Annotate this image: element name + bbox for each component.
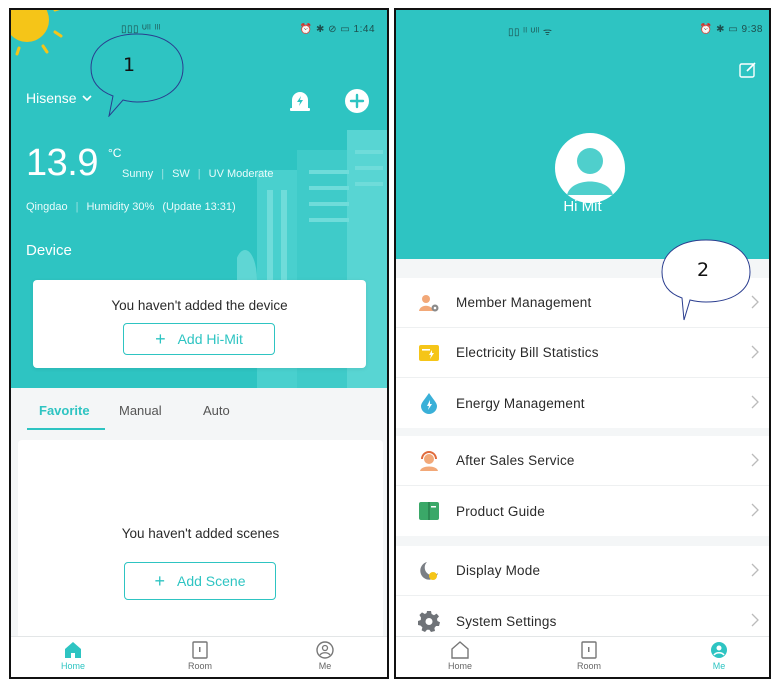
tabbar-home[interactable]: Home [43,641,103,671]
menu-label: After Sales Service [456,453,575,468]
add-icon[interactable] [344,88,370,114]
tabbar-me-label: Me [712,661,726,671]
tab-favorite[interactable]: Favorite [39,403,90,418]
members-icon [419,294,439,311]
device-empty-card: You haven't added the device + Add Hi-Mi… [33,280,366,368]
humidity: Humidity 30% [86,201,155,213]
gear-icon [418,611,440,632]
divider: | [197,168,201,180]
display-mode-icon [420,561,438,580]
user-avatar-icon [567,148,613,195]
sun-icon [11,10,63,56]
menu-electricity-bill[interactable]: Electricity Bill Statistics [396,328,769,378]
home-header: ▯▯▯ ᵁˡˡ ˡˡˡ ⏰ ✱ ⊘ ▭ 1:44 1 Hisense 13.9 … [11,10,387,388]
plus-icon: + [155,329,166,349]
scenes-empty-message: You haven't added scenes [121,526,280,541]
tabbar-me[interactable]: Me [689,641,749,671]
menu-display-mode[interactable]: Display Mode [396,546,769,596]
brand-name: Hisense [26,90,77,106]
chevron-down-icon [82,95,92,101]
city-name: Qingdao [26,201,68,213]
chevron-right-icon [751,613,759,627]
menu-after-sales[interactable]: After Sales Service [396,436,769,486]
bottom-tab-bar: Home Room Me [396,636,769,677]
menu-label: Display Mode [456,563,541,578]
add-scene-label: Add Scene [177,573,246,589]
profile-header: ▯▯ ˡˡ ᵁˡˡ ᯤ ⏰ ✱ ▭ 9:38 Hi Mit [396,10,769,259]
scene-trigger-icon[interactable] [287,88,313,114]
tabbar-home-label: Home [447,661,472,671]
menu-label: Product Guide [456,503,545,519]
uv-index: UV Moderate [208,168,274,180]
scenes-empty-card: You haven't added scenes + Add Scene [18,440,383,660]
home-icon [65,642,81,658]
menu-label: System Settings [456,613,557,629]
menu-label: Member Management [456,295,592,310]
status-signal: ▯▯ ˡˡ ᵁˡˡ ᯤ [508,27,553,38]
weather-details: Sunny | SW | UV Moderate [122,168,273,180]
temperature-value: 13.9 [26,142,98,184]
me-screen: ▯▯ ˡˡ ᵁˡˡ ᯤ ⏰ ✱ ▭ 9:38 Hi Mit Member Man… [394,8,771,679]
home-screen: ▯▯▯ ᵁˡˡ ˡˡˡ ⏰ ✱ ⊘ ▭ 1:44 1 Hisense 13.9 … [9,8,389,679]
chevron-right-icon [751,563,759,577]
chevron-right-icon [751,453,759,467]
user-greeting: Hi Mit [563,198,602,215]
energy-drop-icon [421,393,437,414]
bill-icon [419,344,439,361]
chevron-right-icon [751,503,759,517]
bottom-tab-bar: Home Room Me [11,636,387,677]
callout-number-2: 2 [697,259,710,281]
tabbar-me-label: Me [318,661,332,671]
me-icon [711,642,727,658]
plus-icon: + [154,571,165,591]
menu-label: Energy Management [456,395,585,411]
temperature-unit: °C [108,146,122,160]
wind-direction: SW [172,168,190,180]
device-empty-message: You haven't added the device [111,298,288,313]
room-icon [192,641,208,659]
room-icon [581,641,597,659]
tabbar-room[interactable]: Room [559,641,619,671]
tabbar-room-label: Room [187,661,212,671]
menu-group-settings: Display Mode System Settings [396,546,769,646]
menu-group-service: After Sales Service Product Guide [396,436,769,536]
chevron-right-icon [751,395,759,409]
guide-book-icon [419,502,439,520]
add-device-label: Add Hi-Mit [177,331,243,347]
add-scene-button[interactable]: + Add Scene [124,562,276,600]
device-section-title: Device [26,242,72,259]
brand-selector[interactable]: Hisense [26,90,92,106]
tab-auto[interactable]: Auto [203,403,230,418]
scene-tabs: Favorite Manual Auto [11,388,387,438]
divider: | [161,168,165,180]
menu-energy-management[interactable]: Energy Management [396,378,769,428]
tab-manual[interactable]: Manual [119,403,162,418]
callout-number-1: 1 [123,54,136,76]
update-time: (Update 13:31) [162,201,236,213]
support-icon [420,450,438,471]
chevron-right-icon [751,345,759,359]
home-icon [451,641,469,659]
menu-product-guide[interactable]: Product Guide [396,486,769,536]
tabbar-room[interactable]: Room [170,641,230,671]
tabbar-home-label: Home [60,661,85,671]
status-clock: ⏰ ✱ ⊘ ▭ 1:44 [299,24,375,35]
active-tab-indicator [27,428,105,430]
divider: | [75,201,79,213]
avatar[interactable] [555,133,625,203]
weather-condition: Sunny [122,168,154,180]
status-clock: ⏰ ✱ ▭ 9:38 [699,24,763,35]
location-details: Qingdao | Humidity 30% (Update 13:31) [26,201,236,213]
tabbar-room-label: Room [576,661,601,671]
add-device-button[interactable]: + Add Hi-Mit [123,323,275,355]
tabbar-me[interactable]: Me [295,641,355,671]
me-icon [316,641,334,659]
menu-label: Electricity Bill Statistics [456,345,599,360]
tabbar-home[interactable]: Home [430,641,490,671]
callout-bubble-2 [661,239,751,321]
callout-bubble-1 [90,33,184,117]
edit-icon[interactable] [739,62,757,78]
